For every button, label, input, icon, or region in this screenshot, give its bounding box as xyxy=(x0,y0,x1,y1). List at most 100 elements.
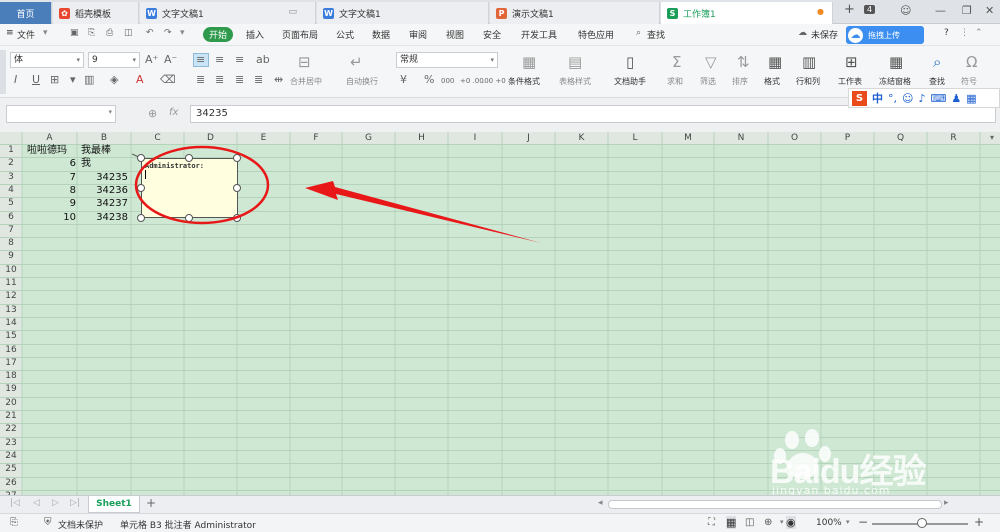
doc-helper-label[interactable]: 文档助手 xyxy=(614,76,646,87)
row-header-6[interactable]: 6 xyxy=(0,211,22,224)
menu-data[interactable]: 数据 xyxy=(372,28,390,41)
format-label[interactable]: 格式 xyxy=(764,76,780,87)
column-header-O[interactable]: O xyxy=(768,132,821,144)
menu-formulas[interactable]: 公式 xyxy=(336,28,354,41)
menu-page-layout[interactable]: 页面布局 xyxy=(282,28,318,41)
layout-switch-icon[interactable]: ⎘ xyxy=(10,517,18,528)
row-header-17[interactable]: 17 xyxy=(0,357,22,370)
table-style-label[interactable]: 表格样式 xyxy=(559,76,591,87)
column-header-K[interactable]: K xyxy=(555,132,608,144)
align-center-icon[interactable]: ≣ xyxy=(215,74,224,86)
comment-handles[interactable] xyxy=(132,150,247,228)
freeze-panes-icon[interactable]: ▦ xyxy=(889,54,903,70)
column-header-E[interactable]: E xyxy=(237,132,290,144)
row-header-25[interactable]: 25 xyxy=(0,463,22,476)
more-icon[interactable]: ⋮ xyxy=(960,28,969,38)
emoji-icon[interactable]: ☺ xyxy=(902,92,913,105)
underline-icon[interactable]: U xyxy=(32,74,40,86)
last-sheet-icon[interactable]: ▷| xyxy=(70,498,80,508)
find-icon[interactable]: ⌕ xyxy=(933,54,941,70)
column-header-A[interactable]: A xyxy=(22,132,77,144)
sheet-tab-sheet1[interactable]: Sheet1 xyxy=(88,496,140,513)
punctuation-icon[interactable]: °, xyxy=(888,92,897,105)
justify-icon[interactable]: ≣ xyxy=(254,74,263,86)
column-header-J[interactable]: J xyxy=(502,132,555,144)
column-header-F[interactable]: F xyxy=(290,132,342,144)
row-header-21[interactable]: 21 xyxy=(0,410,22,423)
scroll-right-icon[interactable]: ▸ xyxy=(944,498,949,508)
row-header-11[interactable]: 11 xyxy=(0,277,22,290)
close-window-icon[interactable]: ✕ xyxy=(985,4,994,17)
add-sheet-icon[interactable]: + xyxy=(146,496,156,510)
zoom-formula-icon[interactable]: ⊕ xyxy=(148,107,157,120)
align-bottom-icon[interactable]: ≡ xyxy=(235,54,244,66)
menu-file[interactable]: 文件 xyxy=(17,28,35,41)
undo-icon[interactable]: ↶ xyxy=(146,28,154,38)
horizontal-scrollbar[interactable] xyxy=(608,500,942,509)
column-header-D[interactable]: D xyxy=(184,132,237,144)
fill-color-icon[interactable]: ◈ xyxy=(110,74,118,86)
doc-helper-icon[interactable]: ▯ xyxy=(626,54,634,70)
maximize-icon[interactable]: ❐ xyxy=(962,4,972,17)
search-icon[interactable]: ⌕ xyxy=(636,28,641,38)
auto-wrap-label[interactable]: 自动换行 xyxy=(346,76,378,87)
skin-icon[interactable]: ♟ xyxy=(951,92,961,105)
drag-upload-banner[interactable]: ☁ 拖拽上传 xyxy=(846,26,924,44)
border-icon[interactable]: ⊞ xyxy=(50,74,59,86)
filter-label[interactable]: 筛选 xyxy=(700,76,716,87)
tab-word-doc-1[interactable]: W 文字文稿1 ▭ xyxy=(140,2,316,24)
print-preview-icon[interactable]: ◫ xyxy=(124,28,133,38)
column-header-M[interactable]: M xyxy=(662,132,714,144)
format-icon[interactable]: ▦ xyxy=(768,54,782,70)
tab-workbook[interactable]: S 工作簿1 ● xyxy=(661,2,833,24)
cell-A5[interactable]: 9 xyxy=(58,198,76,210)
align-left-icon[interactable]: ≣ xyxy=(196,74,205,86)
redo-icon[interactable]: ↷ xyxy=(164,28,172,38)
print-icon[interactable]: ⎙ xyxy=(106,28,113,38)
column-header-N[interactable]: N xyxy=(714,132,768,144)
row-header-18[interactable]: 18 xyxy=(0,370,22,383)
tab-counter-badge[interactable]: 4 xyxy=(864,5,876,14)
cell-B6[interactable]: 34238 xyxy=(90,212,128,224)
row-header-3[interactable]: 3 xyxy=(0,171,22,184)
row-header-16[interactable]: 16 xyxy=(0,344,22,357)
menu-home[interactable]: 开始 xyxy=(203,27,234,42)
sort-label[interactable]: 排序 xyxy=(732,76,748,87)
merge-center-icon[interactable]: ⊟ xyxy=(298,54,311,70)
row-header-7[interactable]: 7 xyxy=(0,224,22,237)
symbol-label[interactable]: 符号 xyxy=(961,76,977,87)
row-header-8[interactable]: 8 xyxy=(0,237,22,250)
cell-style-icon[interactable]: ▥ xyxy=(84,74,94,86)
chevron-down-icon[interactable]: ▾ xyxy=(70,74,76,86)
row-header-14[interactable]: 14 xyxy=(0,317,22,330)
row-header-10[interactable]: 10 xyxy=(0,264,22,277)
row-header-9[interactable]: 9 xyxy=(0,250,22,263)
chevron-down-icon[interactable]: ▾ xyxy=(990,133,994,142)
menu-special-apps[interactable]: 特色应用 xyxy=(578,28,614,41)
cell-B5[interactable]: 34237 xyxy=(90,198,128,210)
distribute-icon[interactable]: ⇹ xyxy=(274,74,283,86)
currency-icon[interactable]: ¥ xyxy=(400,74,407,86)
zoom-level[interactable]: 100% xyxy=(816,518,842,528)
align-right-icon[interactable]: ≣ xyxy=(235,74,244,86)
scroll-left-icon[interactable]: ◂ xyxy=(598,498,603,508)
row-header-22[interactable]: 22 xyxy=(0,423,22,436)
clear-format-icon[interactable]: ⌫ xyxy=(160,74,176,86)
cell-B4[interactable]: 34236 xyxy=(90,185,128,197)
minimize-icon[interactable]: — xyxy=(935,4,946,17)
conditional-format-icon[interactable]: ▦ xyxy=(522,54,536,70)
ime-mode-label[interactable]: 中 xyxy=(872,90,883,106)
row-header-23[interactable]: 23 xyxy=(0,437,22,450)
column-header-G[interactable]: G xyxy=(342,132,395,144)
font-name-select[interactable]: 体 ▾ xyxy=(10,52,84,68)
worksheet-label[interactable]: 工作表 xyxy=(838,76,862,87)
row-header-1[interactable]: 1 xyxy=(0,144,22,157)
fullscreen-icon[interactable]: ⛶ xyxy=(708,517,715,528)
row-header-2[interactable]: 2 xyxy=(0,157,22,170)
cell-A1[interactable]: 啦啦德玛 xyxy=(27,145,67,157)
reading-view-icon[interactable]: ⊕ xyxy=(764,517,772,528)
zoom-in-icon[interactable]: + xyxy=(974,515,984,529)
tab-ppt-doc[interactable]: P 演示文稿1 xyxy=(490,2,660,24)
row-header-20[interactable]: 20 xyxy=(0,397,22,410)
row-col-icon[interactable]: ▥ xyxy=(802,54,816,70)
